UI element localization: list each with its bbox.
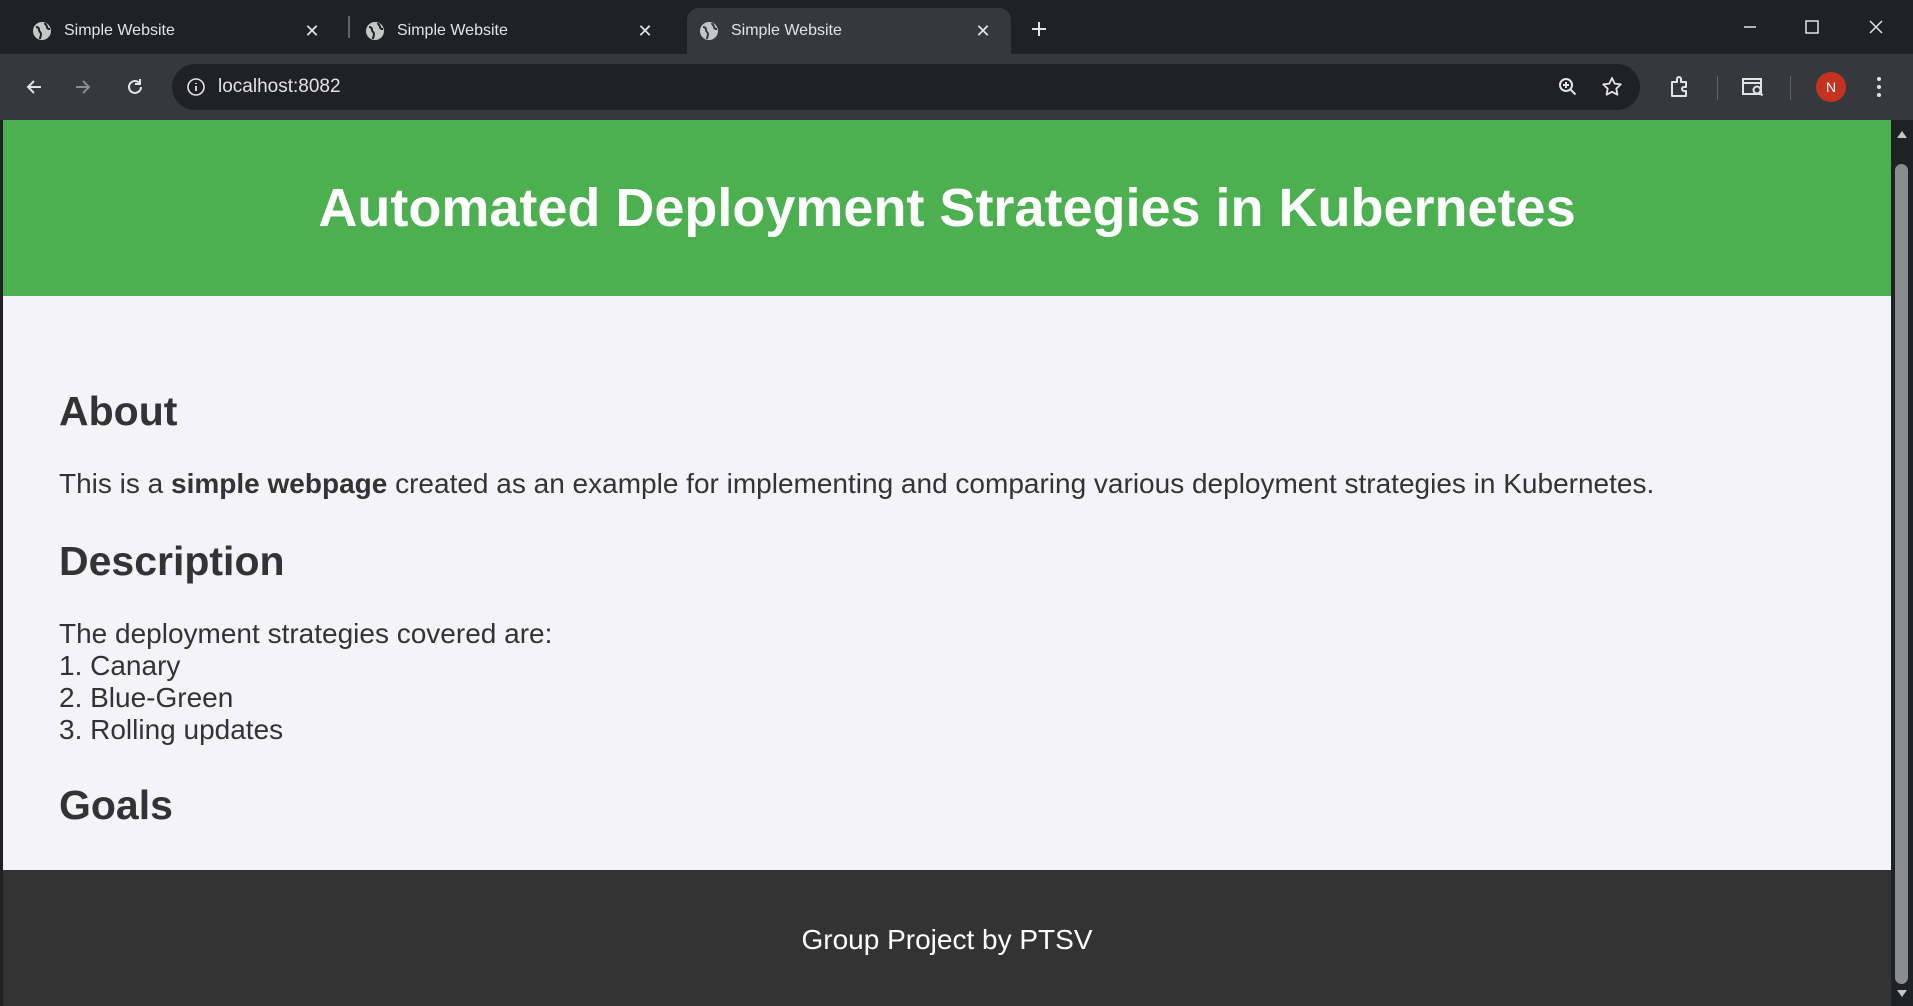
close-icon[interactable]: ✕ [300,19,324,43]
back-icon[interactable] [14,67,54,107]
info-icon[interactable] [184,75,208,99]
about-heading: About [59,388,178,434]
browser-toolbar: localhost:8082 N [0,54,1913,120]
about-text-bold: simple webpage [171,468,388,499]
browser-tab-1[interactable]: Simple Website ✕ [0,8,340,54]
tab-title: Simple Website [64,22,175,39]
zoom-icon[interactable] [1556,75,1580,99]
strategy-item: 2. Blue-Green [59,682,234,713]
menu-icon[interactable] [1866,74,1892,100]
about-paragraph: This is a simple webpage created as an e… [59,468,1654,500]
globe-icon [365,21,385,41]
goals-heading: Goals [59,782,173,828]
site-footer: Group Project by PTSV [3,870,1891,1006]
forward-icon[interactable] [63,67,103,107]
page-title: Automated Deployment Strategies in Kuber… [318,178,1576,238]
description-intro: The deployment strategies covered are: [59,618,553,649]
toolbar-divider [1790,76,1791,100]
globe-icon [699,21,719,41]
star-icon[interactable] [1600,75,1624,99]
address-bar[interactable]: localhost:8082 [172,64,1640,110]
toolbar-divider [1717,76,1718,100]
minimize-icon[interactable] [1720,8,1780,46]
url-text[interactable]: localhost:8082 [218,76,341,98]
browser-tab-3-active[interactable]: Simple Website ✕ [687,8,1011,54]
page-scrollbar[interactable] [1891,120,1913,1006]
about-text-start: This is a [59,468,172,499]
scroll-thumb[interactable] [1895,164,1908,984]
strategy-item: 3. Rolling updates [59,714,284,745]
close-icon[interactable]: ✕ [633,19,657,43]
scroll-down-arrow-icon[interactable] [1894,986,1910,1002]
scroll-up-arrow-icon[interactable] [1894,126,1910,142]
description-heading: Description [59,538,285,584]
extensions-icon[interactable] [1667,74,1693,100]
maximize-icon[interactable] [1782,8,1842,46]
window-close-icon[interactable] [1846,8,1906,46]
tab-title: Simple Website [731,22,842,39]
profile-avatar[interactable]: N [1816,72,1846,102]
new-tab-icon[interactable] [1024,14,1054,44]
globe-icon [32,21,52,41]
tab-title: Simple Website [397,22,508,39]
tab-strip: Simple Website ✕ Simple Website ✕ Simple… [0,0,1913,54]
search-panel-icon[interactable] [1740,74,1766,100]
browser-tab-2[interactable]: Simple Website ✕ [333,8,673,54]
description-paragraph: The deployment strategies covered are: 1… [59,618,552,746]
page-viewport: Automated Deployment Strategies in Kuber… [3,120,1891,1006]
reload-icon[interactable] [115,67,155,107]
about-text-end: created as an example for implementing a… [387,468,1655,499]
site-header: Automated Deployment Strategies in Kuber… [3,120,1891,296]
footer-text: Group Project by PTSV [801,924,1093,955]
close-icon[interactable]: ✕ [971,19,995,43]
strategy-item: 1. Canary [59,650,181,681]
